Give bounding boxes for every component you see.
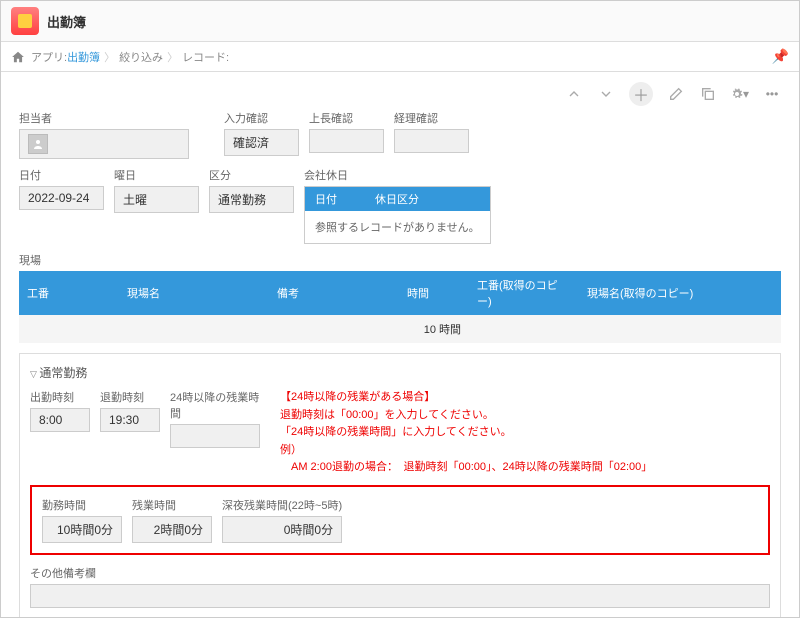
site-table: 工番 現場名 備考 時間 工番(取得のコピー) 現場名(取得のコピー) 10 時…	[19, 271, 781, 343]
weekday-label: 曜日	[114, 167, 199, 183]
breadcrumb-sep-icon: 〉	[104, 49, 115, 65]
after24-label: 24時以降の残業時間	[170, 389, 260, 421]
site-col-name-copy: 現場名(取得のコピー)	[579, 271, 781, 315]
holiday-col-type: 休日区分	[365, 187, 445, 211]
home-icon[interactable]	[11, 50, 25, 64]
holiday-table: 日付 休日区分 参照するレコードがありません。	[304, 186, 491, 244]
late-overtime-value: 0時間0分	[222, 516, 342, 543]
overtime-note: 【24時以降の残業がある場合】 退勤時刻は「00:00」を入力してください。 「…	[270, 389, 652, 477]
app-title: 出勤簿	[47, 12, 86, 31]
work-hours-value: 10時間0分	[42, 516, 122, 543]
nav-down-icon[interactable]	[597, 85, 615, 103]
nav-up-icon[interactable]	[565, 85, 583, 103]
end-field[interactable]: 19:30	[100, 408, 160, 432]
boss-confirm-field[interactable]	[309, 129, 384, 153]
after24-field[interactable]	[170, 424, 260, 448]
holiday-label: 会社休日	[304, 167, 491, 183]
app-icon	[11, 7, 39, 35]
normal-work-panel: 通常勤務 出勤時刻 8:00 退勤時刻 19:30 24時以降の残業時間 【24…	[19, 353, 781, 617]
late-overtime-label: 深夜残業時間(22時~5時)	[222, 497, 342, 513]
breadcrumb-sep-icon: 〉	[167, 49, 178, 65]
overtime-hours-label: 残業時間	[132, 497, 212, 513]
category-label: 区分	[209, 167, 294, 183]
category-field[interactable]: 通常勤務	[209, 186, 294, 213]
breadcrumb-app-prefix: アプリ:	[31, 49, 67, 65]
normal-work-title[interactable]: 通常勤務	[30, 364, 770, 381]
holiday-empty-msg: 参照するレコードがありません。	[305, 211, 490, 243]
toolbar: ＋ ▾ •••	[1, 72, 799, 110]
add-button[interactable]: ＋	[629, 82, 653, 106]
header: 出勤簿	[1, 1, 799, 42]
overtime-hours-value: 2時間0分	[132, 516, 212, 543]
weekday-field[interactable]: 土曜	[114, 186, 199, 213]
input-confirm-label: 入力確認	[224, 110, 299, 126]
accounting-confirm-field[interactable]	[394, 129, 469, 153]
holiday-col-date: 日付	[305, 187, 365, 211]
site-col-name: 現場名	[119, 271, 269, 315]
end-label: 退勤時刻	[100, 389, 160, 405]
calculated-hours-box: 勤務時間 10時間0分 残業時間 2時間0分 深夜残業時間(22時~5時) 0時…	[30, 485, 770, 555]
site-col-no: 工番	[19, 271, 119, 315]
other-remarks-label: その他備考欄	[30, 565, 770, 581]
user-icon	[28, 134, 48, 154]
boss-confirm-label: 上長確認	[309, 110, 384, 126]
site-col-hours: 時間	[399, 271, 469, 315]
copy-icon[interactable]	[699, 85, 717, 103]
more-icon[interactable]: •••	[763, 85, 781, 103]
breadcrumb-record-prefix: レコード:	[182, 49, 229, 65]
date-field[interactable]: 2022-09-24	[19, 186, 104, 210]
assignee-label: 担当者	[19, 110, 189, 126]
work-hours-label: 勤務時間	[42, 497, 122, 513]
gear-icon[interactable]: ▾	[731, 85, 749, 103]
start-field[interactable]: 8:00	[30, 408, 90, 432]
site-col-remarks: 備考	[269, 271, 399, 315]
breadcrumb-filter[interactable]: 絞り込み	[119, 49, 163, 65]
accounting-confirm-label: 経理確認	[394, 110, 469, 126]
site-col-no-copy: 工番(取得のコピー)	[469, 271, 579, 315]
edit-icon[interactable]	[667, 85, 685, 103]
table-row[interactable]: 10 時間	[19, 315, 781, 343]
start-label: 出勤時刻	[30, 389, 90, 405]
bookmark-icon[interactable]: 📌	[772, 48, 789, 65]
date-label: 日付	[19, 167, 104, 183]
breadcrumb: アプリ: 出勤簿 〉 絞り込み 〉 レコード: 📌	[1, 42, 799, 72]
input-confirm-field[interactable]: 確認済	[224, 129, 299, 156]
other-remarks-field[interactable]	[30, 584, 770, 608]
site-label: 現場	[19, 252, 781, 268]
breadcrumb-app-link[interactable]: 出勤簿	[67, 49, 100, 65]
assignee-field[interactable]	[19, 129, 189, 159]
